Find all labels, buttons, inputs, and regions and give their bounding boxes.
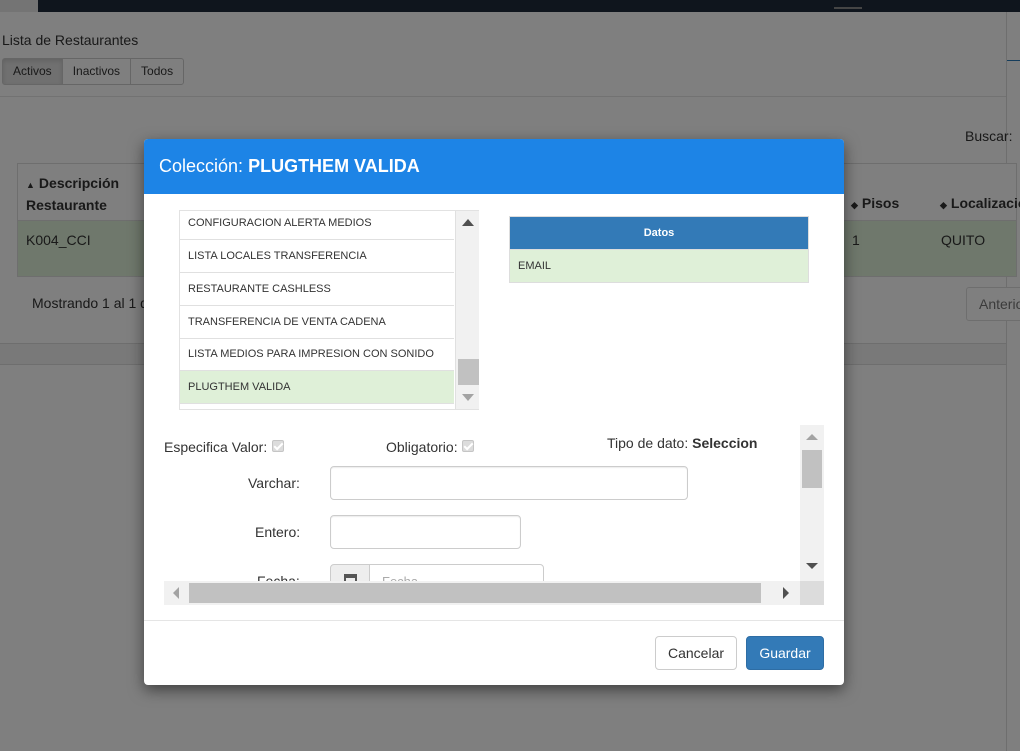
modal-header: Colección: PLUGTHEM VALIDA xyxy=(144,139,844,194)
calendar-icon xyxy=(344,574,357,581)
especifica-valor-checkbox[interactable] xyxy=(272,440,284,452)
obligatorio-label: Obligatorio: xyxy=(386,439,458,455)
entero-label: Entero: xyxy=(255,524,301,540)
form-vertical-scrollbar[interactable] xyxy=(800,425,824,581)
list-scrollbar[interactable] xyxy=(455,211,479,409)
save-button[interactable]: Guardar xyxy=(746,636,824,670)
scroll-up-icon[interactable] xyxy=(806,434,818,440)
scroll-down-icon[interactable] xyxy=(462,394,474,401)
cancel-button[interactable]: Cancelar xyxy=(655,636,737,670)
list-item[interactable]: LISTA MEDIOS PARA IMPRESION CON SONIDO xyxy=(180,338,454,371)
entero-input[interactable] xyxy=(330,515,521,549)
datos-table: Datos EMAIL xyxy=(509,216,809,283)
scrollbar-thumb[interactable] xyxy=(189,583,761,603)
scroll-left-icon[interactable] xyxy=(173,587,179,599)
tipo-dato-label: Tipo de dato: xyxy=(607,435,689,451)
list-item[interactable]: CONFIGURACION ALERTA MEDIOS xyxy=(180,211,454,240)
modal-title-prefix: Colección: xyxy=(159,156,244,176)
modal-title-name: PLUGTHEM VALIDA xyxy=(248,156,420,176)
scroll-up-icon[interactable] xyxy=(462,219,474,226)
varchar-input[interactable] xyxy=(330,466,688,500)
tipo-dato: Tipo de dato: Seleccion xyxy=(607,435,757,451)
form-horizontal-scrollbar[interactable] xyxy=(164,581,800,605)
collection-modal: Colección: PLUGTHEM VALIDA CONFIGURACION… xyxy=(144,139,844,685)
scroll-right-icon[interactable] xyxy=(783,587,789,599)
list-item[interactable]: RESTAURANTE CASHLESS xyxy=(180,273,454,306)
scrollbar-thumb[interactable] xyxy=(458,359,479,385)
form-scroll-view: Especifica Valor: Obligatorio: Tipo de d… xyxy=(164,425,800,581)
scroll-down-icon[interactable] xyxy=(806,563,818,569)
tipo-dato-value: Seleccion xyxy=(692,435,758,451)
especifica-valor-label: Especifica Valor: xyxy=(164,439,268,455)
fecha-label: Fecha: xyxy=(257,573,300,581)
datos-header: Datos xyxy=(510,217,808,249)
scrollbar-thumb[interactable] xyxy=(802,450,822,488)
varchar-label: Varchar: xyxy=(248,475,300,491)
modal-footer: Cancelar Guardar xyxy=(144,620,844,685)
collection-list: CONFIGURACION ALERTA MEDIOS LISTA LOCALE… xyxy=(179,210,479,410)
fecha-input[interactable]: Fecha xyxy=(369,564,544,581)
value-form: Especifica Valor: Obligatorio: Tipo de d… xyxy=(164,425,824,605)
calendar-button[interactable] xyxy=(330,564,370,581)
list-item[interactable]: TRANSFERENCIA DE VENTA CADENA xyxy=(180,306,454,339)
list-item-selected[interactable]: PLUGTHEM VALIDA xyxy=(180,371,454,404)
datos-row[interactable]: EMAIL xyxy=(510,249,808,282)
list-item[interactable]: LISTA LOCALES TRANSFERENCIA xyxy=(180,240,454,273)
obligatorio-checkbox[interactable] xyxy=(462,440,474,452)
scrollbar-corner xyxy=(800,581,824,605)
